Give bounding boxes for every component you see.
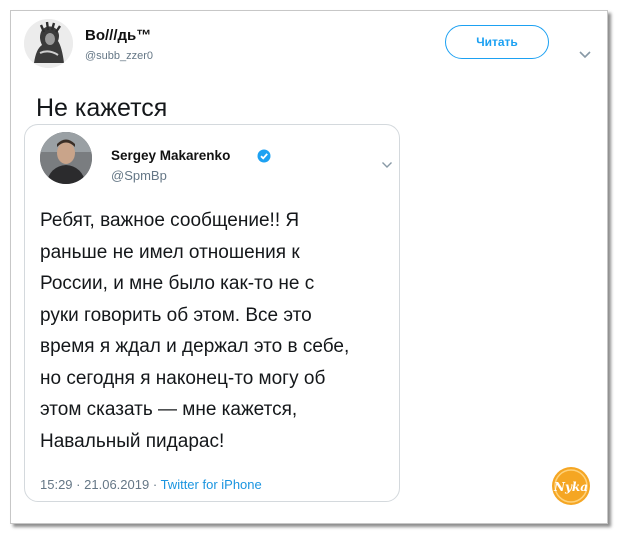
quoted-tweet-line: России, и мне было как-то не с	[40, 273, 315, 294]
tweet-meta: 15:29 · 21.06.2019 · Twitter for iPhone	[40, 477, 262, 492]
avatar-image	[24, 19, 73, 68]
quoted-tweet-body: Ребят, важное сообщение!! Я раньше не им…	[40, 205, 349, 457]
tweet-time[interactable]: 15:29	[40, 477, 73, 492]
quoted-user-handle[interactable]: @SpmBp	[111, 168, 167, 183]
meta-separator: ·	[152, 477, 158, 492]
display-name[interactable]: Во///дь™	[85, 27, 151, 44]
verified-badge-icon	[257, 149, 271, 168]
quoted-tweet-line: руки говорить об этом. Все это	[40, 304, 312, 326]
chevron-down-icon[interactable]	[578, 46, 592, 64]
quoted-tweet-line: Навальный пидарас!	[40, 430, 225, 452]
quoted-user-avatar[interactable]	[40, 132, 92, 184]
watermark-logo: Nyka	[551, 466, 591, 506]
user-handle[interactable]: @subb_zzer0	[85, 50, 153, 62]
quoted-tweet-line: раньше не имел отношения к	[40, 241, 300, 263]
tweet-date[interactable]: 21.06.2019	[84, 477, 149, 492]
meta-separator: ·	[76, 477, 81, 492]
quoted-tweet-line: этом сказать — мне кажется,	[40, 399, 298, 420]
quoted-display-name[interactable]: Sergey Makarenko	[111, 148, 230, 163]
quoted-tweet-line: но сегодня я наконец-то могу об	[40, 367, 326, 389]
user-avatar[interactable]	[24, 19, 73, 68]
follow-button[interactable]: Читать	[445, 25, 549, 59]
quoted-tweet-line: время я ждал и держал это в себе,	[40, 336, 350, 357]
avatar-image	[40, 132, 92, 184]
tweet-source-link[interactable]: Twitter for iPhone	[161, 477, 262, 492]
quoted-tweet-line: Ребят, важное сообщение!! Я	[40, 210, 300, 231]
chevron-down-icon[interactable]	[381, 156, 393, 174]
tweet-text: Не кажется	[36, 94, 168, 122]
watermark-text: Nyka	[553, 480, 588, 494]
